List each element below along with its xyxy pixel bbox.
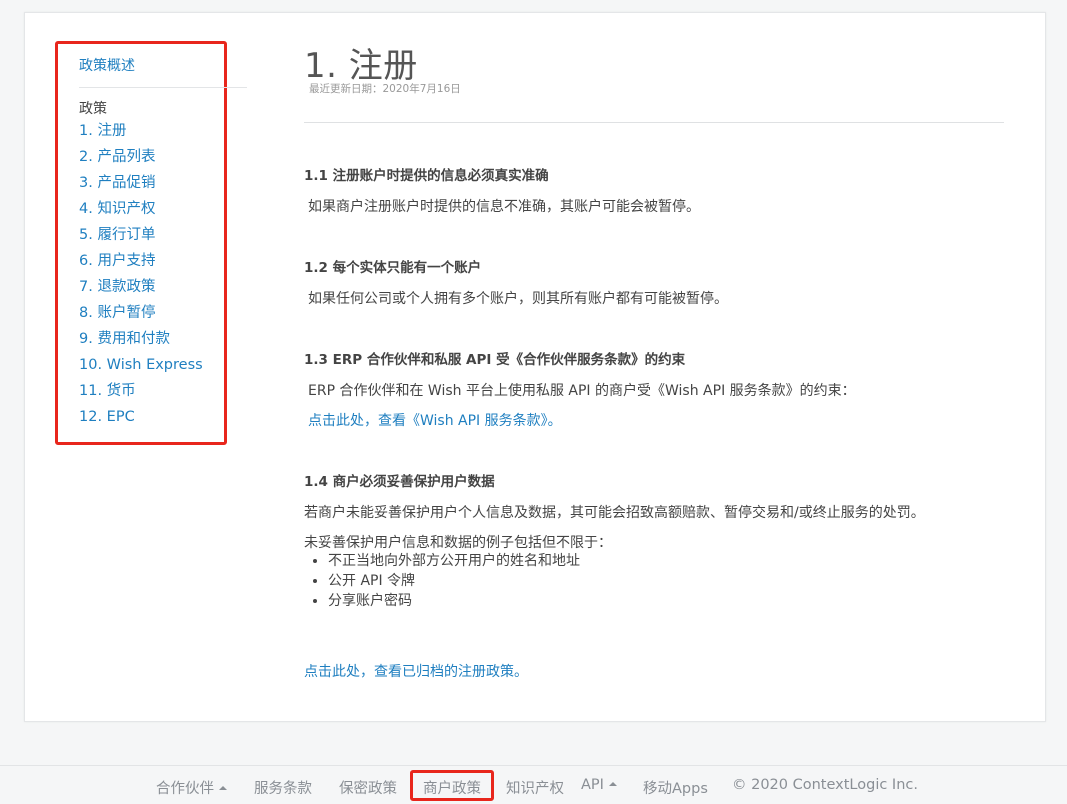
footer-ip-link[interactable]: 知识产权: [506, 777, 564, 798]
section-1-1-title: 1.1 注册账户时提供的信息必须真实准确: [304, 168, 549, 184]
list-item: 分享账户密码: [328, 591, 580, 611]
footer-copyright: © 2020 ContextLogic Inc.: [732, 777, 918, 793]
footer: 合作伙伴 服务条款 保密政策 商户政策 知识产权 API 移动Apps © 20…: [0, 765, 1067, 804]
list-item: 不正当地向外部方公开用户的姓名和地址: [328, 551, 580, 571]
sidebar-item-customer-support[interactable]: 6. 用户支持: [79, 250, 203, 276]
footer-mobile-apps-link[interactable]: 移动Apps: [643, 777, 708, 798]
sidebar-item-account-suspension[interactable]: 8. 账户暂停: [79, 302, 203, 328]
sidebar-overview-link[interactable]: 政策概述: [79, 55, 135, 75]
footer-api-menu[interactable]: API: [581, 777, 617, 793]
title-divider: [304, 122, 1004, 123]
footer-privacy-link[interactable]: 保密政策: [339, 777, 397, 798]
section-1-4-body: 若商户未能妥善保护用户个人信息及数据，其可能会招致高额赔款、暂停交易和/或终止服…: [304, 505, 925, 521]
footer-terms-link[interactable]: 服务条款: [254, 777, 312, 798]
section-1-3-body: ERP 合作伙伴和在 Wish 平台上使用私服 API 的商户受《Wish AP…: [308, 383, 856, 399]
list-item: 公开 API 令牌: [328, 571, 580, 591]
page: 政策概述 政策 1. 注册 2. 产品列表 3. 产品促销 4. 知识产权 5.…: [0, 0, 1067, 804]
sidebar-item-fulfillment[interactable]: 5. 履行订单: [79, 224, 203, 250]
section-1-2-body: 如果任何公司或个人拥有多个账户，则其所有账户都有可能被暂停。: [308, 291, 728, 307]
sidebar-item-currency[interactable]: 11. 货币: [79, 380, 203, 406]
sidebar-heading: 政策: [79, 101, 107, 117]
section-1-4-examples-intro: 未妥善保护用户信息和数据的例子包括但不限于：: [304, 535, 612, 551]
section-1-1-body: 如果商户注册账户时提供的信息不准确，其账户可能会被暂停。: [308, 199, 700, 215]
section-1-2-title: 1.2 每个实体只能有一个账户: [304, 260, 482, 276]
sidebar-nav: 1. 注册 2. 产品列表 3. 产品促销 4. 知识产权 5. 履行订单 6.…: [79, 120, 203, 432]
sidebar-item-epc[interactable]: 12. EPC: [79, 406, 203, 432]
sidebar-item-fees-payments[interactable]: 9. 费用和付款: [79, 328, 203, 354]
footer-api-label: API: [581, 777, 604, 793]
sidebar-item-product-listing[interactable]: 2. 产品列表: [79, 146, 203, 172]
last-updated-date: 最近更新日期：2020年7月16日: [309, 83, 461, 95]
footer-merchant-policy-link[interactable]: 商户政策: [423, 777, 481, 798]
sidebar-item-registration[interactable]: 1. 注册: [79, 120, 203, 146]
sidebar-item-wish-express[interactable]: 10. Wish Express: [79, 354, 203, 380]
archived-policy-link[interactable]: 点击此处，查看已归档的注册政策。: [304, 661, 528, 681]
sidebar-item-refund-policy[interactable]: 7. 退款政策: [79, 276, 203, 302]
api-terms-link[interactable]: 点击此处，查看《Wish API 服务条款》。: [308, 410, 562, 430]
sidebar-item-intellectual-property[interactable]: 4. 知识产权: [79, 198, 203, 224]
examples-list: 不正当地向外部方公开用户的姓名和地址 公开 API 令牌 分享账户密码: [304, 551, 580, 611]
sidebar-item-product-promotion[interactable]: 3. 产品促销: [79, 172, 203, 198]
sidebar-divider: [79, 87, 247, 88]
caret-up-icon: [219, 786, 227, 790]
page-title: 1. 注册: [304, 46, 418, 86]
footer-partners-label: 合作伙伴: [156, 781, 214, 797]
section-1-3-title: 1.3 ERP 合作伙伴和私服 API 受《合作伙伴服务条款》的约束: [304, 352, 686, 368]
footer-nav: 合作伙伴 服务条款 保密政策 商户政策 知识产权 API 移动Apps © 20…: [0, 766, 1067, 804]
section-1-4-title: 1.4 商户必须妥善保护用户数据: [304, 474, 495, 490]
footer-partners-menu[interactable]: 合作伙伴: [156, 777, 227, 798]
caret-up-icon: [608, 782, 617, 786]
